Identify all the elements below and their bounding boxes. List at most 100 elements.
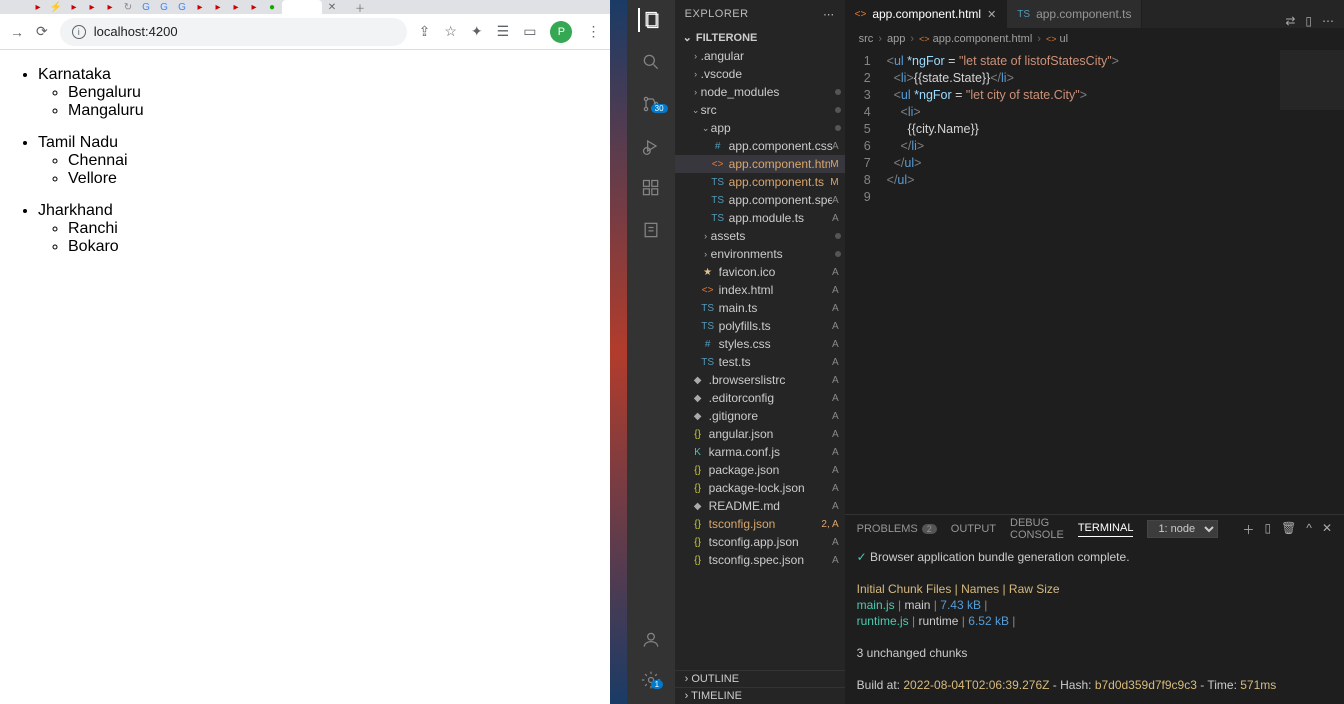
breadcrumb-item[interactable]: src <box>859 33 874 45</box>
editor-tab[interactable]: TSapp.component.ts <box>1007 0 1142 28</box>
file-item[interactable]: {}tsconfig.app.jsonA <box>675 533 845 551</box>
profile-avatar[interactable]: P <box>550 21 572 43</box>
extensions-icon[interactable] <box>639 176 663 200</box>
folder-item[interactable]: ›assets <box>675 227 845 245</box>
tab-icon: G <box>174 1 190 13</box>
terminal-shell-select[interactable]: 1: node <box>1147 520 1218 538</box>
url-bar: → ⟳ i localhost:4200 ⇪ ☆ ✦ ☰ ▭ P ⋮ <box>0 14 610 50</box>
file-item[interactable]: TSpolyfills.tsA <box>675 317 845 335</box>
compare-icon[interactable]: ⇄ <box>1285 14 1295 28</box>
folder-item[interactable]: ›node_modules <box>675 83 845 101</box>
breadcrumb-item[interactable]: <> app.component.html <box>919 33 1032 45</box>
file-item[interactable]: {}angular.jsonA <box>675 425 845 443</box>
code-content[interactable]: <ul *ngFor = "let state of listofStatesC… <box>879 50 1344 514</box>
tab-icon: ▸ <box>30 1 46 13</box>
folder-item[interactable]: ⌄app <box>675 119 845 137</box>
bookmark-icon[interactable]: ☆ <box>444 23 457 40</box>
kill-terminal-icon[interactable]: 🗑 <box>1281 521 1296 538</box>
file-item[interactable]: #app.component.cssA <box>675 137 845 155</box>
file-item[interactable]: #styles.cssA <box>675 335 845 353</box>
terminal-body[interactable]: ✓ Browser application bundle generation … <box>845 543 1344 704</box>
file-item[interactable]: TSapp.component.tsM <box>675 173 845 191</box>
maximize-icon[interactable]: ^ <box>1306 521 1312 538</box>
close-panel-icon[interactable]: ✕ <box>1322 521 1332 538</box>
reading-list-icon[interactable]: ☰ <box>497 23 510 40</box>
gutter: 123456789 <box>845 50 879 514</box>
file-tree: ›.angular›.vscode›node_modules⌄src⌄app#a… <box>675 47 845 670</box>
reload-icon[interactable]: ⟳ <box>36 23 48 40</box>
outline-section[interactable]: › OUTLINE <box>675 670 845 687</box>
nav-forward-icon[interactable]: → <box>10 24 24 40</box>
site-info-icon[interactable]: i <box>72 25 86 39</box>
tab-output[interactable]: OUTPUT <box>951 523 996 535</box>
folder-item[interactable]: ›.vscode <box>675 65 845 83</box>
file-item[interactable]: TSapp.component.spec.tsA <box>675 191 845 209</box>
browser-tab-strip: ▸ ⚡ ▸ ▸ ▸ ↻ G G G ▸ ▸ ▸ ▸ ● ✕ ＋ <box>0 0 610 14</box>
close-tab-icon[interactable]: ✕ <box>324 1 340 13</box>
explorer-menu-icon[interactable]: ⋯ <box>823 8 835 21</box>
tab-icon: ● <box>264 1 280 13</box>
tab-icon: G <box>138 1 154 13</box>
file-item[interactable]: TSapp.module.tsA <box>675 209 845 227</box>
menu-icon[interactable]: ⋮ <box>586 23 600 40</box>
tab-icon: ⚡ <box>48 1 64 13</box>
file-item[interactable]: {}package.jsonA <box>675 461 845 479</box>
folder-item[interactable]: ›.angular <box>675 47 845 65</box>
scm-badge: 30 <box>651 104 668 113</box>
code-editor[interactable]: 123456789 <ul *ngFor = "let state of lis… <box>845 50 1344 514</box>
breadcrumb-item[interactable]: <> ul <box>1046 33 1068 45</box>
tab-debug[interactable]: DEBUG CONSOLE <box>1010 517 1064 541</box>
active-tab[interactable] <box>282 0 322 14</box>
editor-area: <>app.component.html✕TSapp.component.ts ⇄… <box>845 0 1344 704</box>
explorer-sidebar: EXPLORER ⋯ ⌄FILTERONE ›.angular›.vscode›… <box>675 0 845 704</box>
scm-icon[interactable]: 30 <box>639 92 663 116</box>
file-item[interactable]: <>index.htmlA <box>675 281 845 299</box>
debug-icon[interactable] <box>639 134 663 158</box>
file-item[interactable]: ◆README.mdA <box>675 497 845 515</box>
new-terminal-icon[interactable]: ＋ <box>1242 521 1254 538</box>
file-item[interactable]: TStest.tsA <box>675 353 845 371</box>
project-name[interactable]: ⌄FILTERONE <box>675 28 845 47</box>
tab-icon: ▸ <box>66 1 82 13</box>
file-item[interactable]: {}package-lock.jsonA <box>675 479 845 497</box>
city-item: Mangaluru <box>68 102 600 120</box>
activity-bar: 30 1 <box>627 0 675 704</box>
tab-terminal[interactable]: TERMINAL <box>1078 522 1134 537</box>
split-terminal-icon[interactable]: ▯ <box>1264 521 1271 538</box>
file-item[interactable]: <>app.component.htmlM <box>675 155 845 173</box>
tab-icon: ▸ <box>192 1 208 13</box>
editor-tabs: <>app.component.html✕TSapp.component.ts ⇄… <box>845 0 1344 28</box>
file-item[interactable]: ◆.gitignoreA <box>675 407 845 425</box>
city-item: Vellore <box>68 170 600 188</box>
file-item[interactable]: ◆.editorconfigA <box>675 389 845 407</box>
timeline-section[interactable]: › TIMELINE <box>675 687 845 704</box>
tab-problems[interactable]: PROBLEMS 2 <box>857 523 937 535</box>
explorer-icon[interactable] <box>638 8 662 32</box>
file-item[interactable]: TSmain.tsA <box>675 299 845 317</box>
editor-tab[interactable]: <>app.component.html✕ <box>845 0 1008 28</box>
tab-icon: ▸ <box>228 1 244 13</box>
minimap[interactable] <box>1280 50 1344 110</box>
breadcrumbs[interactable]: src›app›<> app.component.html›<> ul <box>845 28 1344 50</box>
settings-icon[interactable]: 1 <box>639 668 663 692</box>
file-item[interactable]: {}tsconfig.json2, A <box>675 515 845 533</box>
city-item: Bokaro <box>68 238 600 256</box>
share-icon[interactable]: ⇪ <box>419 23 431 40</box>
folder-item[interactable]: ⌄src <box>675 101 845 119</box>
file-item[interactable]: {}tsconfig.spec.jsonA <box>675 551 845 569</box>
file-item[interactable]: ◆.browserslistrcA <box>675 371 845 389</box>
close-tab-icon[interactable]: ✕ <box>987 8 996 21</box>
panel-icon[interactable]: ▭ <box>523 23 536 40</box>
new-tab-icon[interactable]: ＋ <box>352 1 368 13</box>
file-item[interactable]: ★favicon.icoA <box>675 263 845 281</box>
more-icon[interactable]: ⋯ <box>1322 14 1334 28</box>
testing-icon[interactable] <box>639 218 663 242</box>
breadcrumb-item[interactable]: app <box>887 33 905 45</box>
file-item[interactable]: Kkarma.conf.jsA <box>675 443 845 461</box>
split-editor-icon[interactable]: ▯ <box>1305 14 1312 28</box>
search-icon[interactable] <box>639 50 663 74</box>
extensions-icon[interactable]: ✦ <box>471 23 483 40</box>
accounts-icon[interactable] <box>639 628 663 652</box>
url-field[interactable]: i localhost:4200 <box>60 18 407 46</box>
folder-item[interactable]: ›environments <box>675 245 845 263</box>
